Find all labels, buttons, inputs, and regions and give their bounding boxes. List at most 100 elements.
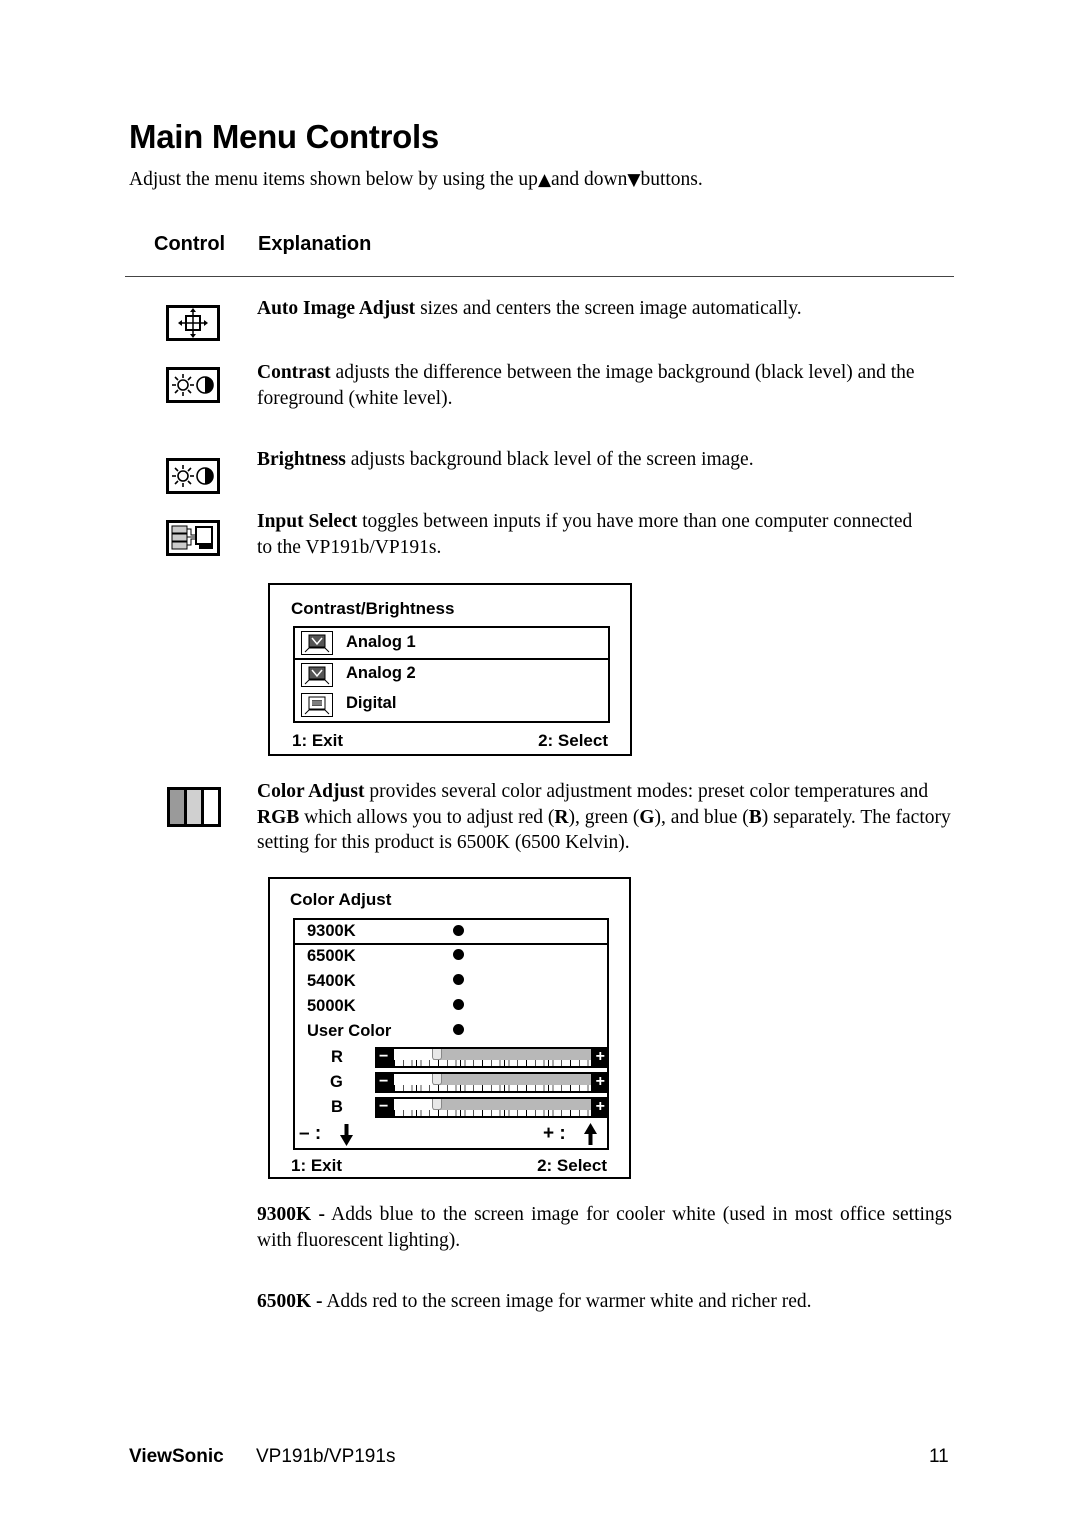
osd-item-label: Analog 2	[346, 664, 416, 682]
term: RGB	[257, 806, 300, 828]
term: 6500K -	[257, 1291, 323, 1312]
up-arrow-icon	[584, 1123, 597, 1145]
slider-g[interactable]: − +	[375, 1072, 608, 1093]
preset-label: 6500K	[307, 947, 356, 965]
slider-fill	[394, 1099, 434, 1110]
term: G	[639, 806, 655, 828]
minus-icon: −	[379, 1048, 389, 1065]
slider-fill	[394, 1049, 434, 1060]
plus-hint-label: + :	[543, 1123, 566, 1144]
description: sizes and centers the screen image autom…	[415, 298, 802, 319]
osd-input-list: Analog 1 Analog 2 Digital	[293, 626, 610, 723]
preset-bullet-icon	[453, 999, 464, 1010]
slider-label: B	[331, 1098, 343, 1116]
column-header-control: Control	[154, 233, 226, 255]
column-header-explanation: Explanation	[258, 233, 372, 255]
minus-icon: −	[379, 1098, 389, 1115]
intro-part: buttons.	[640, 169, 703, 190]
osd-item-digital[interactable]: Digital	[295, 690, 608, 720]
slider-ticks	[394, 1060, 591, 1066]
up-triangle-icon: ▲	[537, 170, 552, 190]
osd-preset-user-color[interactable]: User Color	[295, 1020, 607, 1044]
term: Color Adjust	[257, 781, 365, 802]
osd-exit-label: 1: Exit	[291, 1156, 343, 1175]
color-bar-mid	[187, 790, 201, 824]
page-title: Main Menu Controls	[129, 118, 439, 155]
minus-hint-label: – :	[299, 1123, 322, 1144]
slider-r[interactable]: − +	[375, 1047, 608, 1068]
explanation-color-adjust: Color Adjust provides several color adju…	[257, 779, 952, 856]
osd-contrast-brightness-menu: Contrast/Brightness Analog 1 Analog 2 Di…	[268, 583, 632, 756]
slider-track	[394, 1099, 591, 1116]
preset-bullet-icon	[453, 1024, 464, 1035]
osd-preset-5000k[interactable]: 5000K	[295, 995, 607, 1019]
down-arrow-icon	[340, 1124, 353, 1146]
explanation-input-select: Input Select toggles between inputs if y…	[257, 509, 917, 560]
explanation-auto-image-adjust: Auto Image Adjust sizes and centers the …	[257, 296, 952, 322]
preset-label: 5400K	[307, 972, 356, 990]
slider-ticks	[394, 1110, 591, 1116]
term: B	[748, 806, 762, 828]
page-number: 11	[929, 1446, 949, 1467]
osd-color-adjust-menu: Color Adjust 9300K 6500K 5400K 5000K Use…	[268, 877, 631, 1179]
intro-text: Adjust the menu items shown below by usi…	[129, 169, 703, 191]
contrast-icon	[166, 367, 220, 403]
term: Contrast	[257, 362, 331, 383]
slider-fill	[394, 1074, 434, 1085]
osd-preset-9300k[interactable]: 9300K	[293, 918, 609, 945]
osd-select-label: 2: Select	[538, 731, 608, 750]
term: Input Select	[257, 511, 358, 532]
preset-bullet-icon	[453, 974, 464, 985]
osd-preset-6500k[interactable]: 6500K	[295, 945, 607, 969]
term: Auto Image Adjust	[257, 298, 416, 319]
analog-monitor-icon	[301, 663, 333, 687]
preset-label: 5000K	[307, 997, 356, 1015]
slider-knob[interactable]	[432, 1049, 443, 1060]
description: ), and blue (	[654, 806, 749, 828]
slider-row-r: R − +	[295, 1045, 608, 1069]
slider-knob[interactable]	[432, 1074, 443, 1085]
plus-icon: +	[595, 1098, 605, 1115]
term: Brightness	[257, 449, 346, 470]
osd-title: Color Adjust	[290, 890, 392, 909]
preset-bullet-icon	[453, 949, 464, 960]
explanation-brightness: Brightness adjusts background black leve…	[257, 447, 952, 473]
preset-explanation-9300k: 9300K - Adds blue to the screen image fo…	[257, 1202, 952, 1253]
osd-preset-5400k[interactable]: 5400K	[295, 970, 607, 994]
osd-item-label: Digital	[346, 694, 397, 712]
term: 9300K -	[257, 1204, 325, 1225]
osd-exit-label: 1: Exit	[292, 731, 344, 750]
input-select-icon	[166, 520, 220, 556]
auto-image-adjust-icon	[166, 305, 220, 341]
slider-knob[interactable]	[432, 1099, 443, 1110]
slider-track	[394, 1049, 591, 1066]
osd-item-label: Analog 1	[346, 633, 416, 651]
description: adjusts the difference between the image…	[257, 362, 915, 409]
description: provides several color adjustment modes:…	[364, 781, 929, 802]
slider-ticks	[394, 1085, 591, 1091]
osd-hint-row: – : + :	[295, 1123, 607, 1147]
description: which allows you to adjust red (	[299, 806, 555, 828]
color-bar-dark	[170, 790, 184, 824]
analog-monitor-icon	[301, 631, 333, 655]
preset-bullet-icon	[453, 925, 464, 936]
preset-label: 9300K	[307, 922, 356, 940]
description: ), green (	[568, 806, 640, 828]
footer-model: VP191b/VP191s	[256, 1446, 396, 1467]
digital-monitor-icon	[301, 693, 333, 717]
preset-explanation-6500k: 6500K - Adds red to the screen image for…	[257, 1289, 952, 1315]
slider-label: R	[331, 1048, 343, 1066]
slider-b[interactable]: − +	[375, 1097, 608, 1118]
osd-item-analog-1[interactable]: Analog 1	[293, 626, 610, 660]
description: adjusts background black level of the sc…	[345, 449, 754, 470]
osd-item-analog-2[interactable]: Analog 2	[295, 660, 608, 690]
description: Adds red to the screen image for warmer …	[322, 1291, 812, 1312]
description: Adds blue to the screen image for cooler…	[257, 1204, 952, 1251]
header-divider	[125, 276, 954, 277]
down-triangle-icon: ▼	[627, 170, 641, 190]
osd-color-list: 9300K 6500K 5400K 5000K User Color R − +	[293, 918, 609, 1150]
plus-icon: +	[595, 1073, 605, 1090]
color-bar-light	[204, 790, 218, 824]
slider-label: G	[330, 1073, 343, 1091]
explanation-contrast: Contrast adjusts the difference between …	[257, 360, 952, 411]
